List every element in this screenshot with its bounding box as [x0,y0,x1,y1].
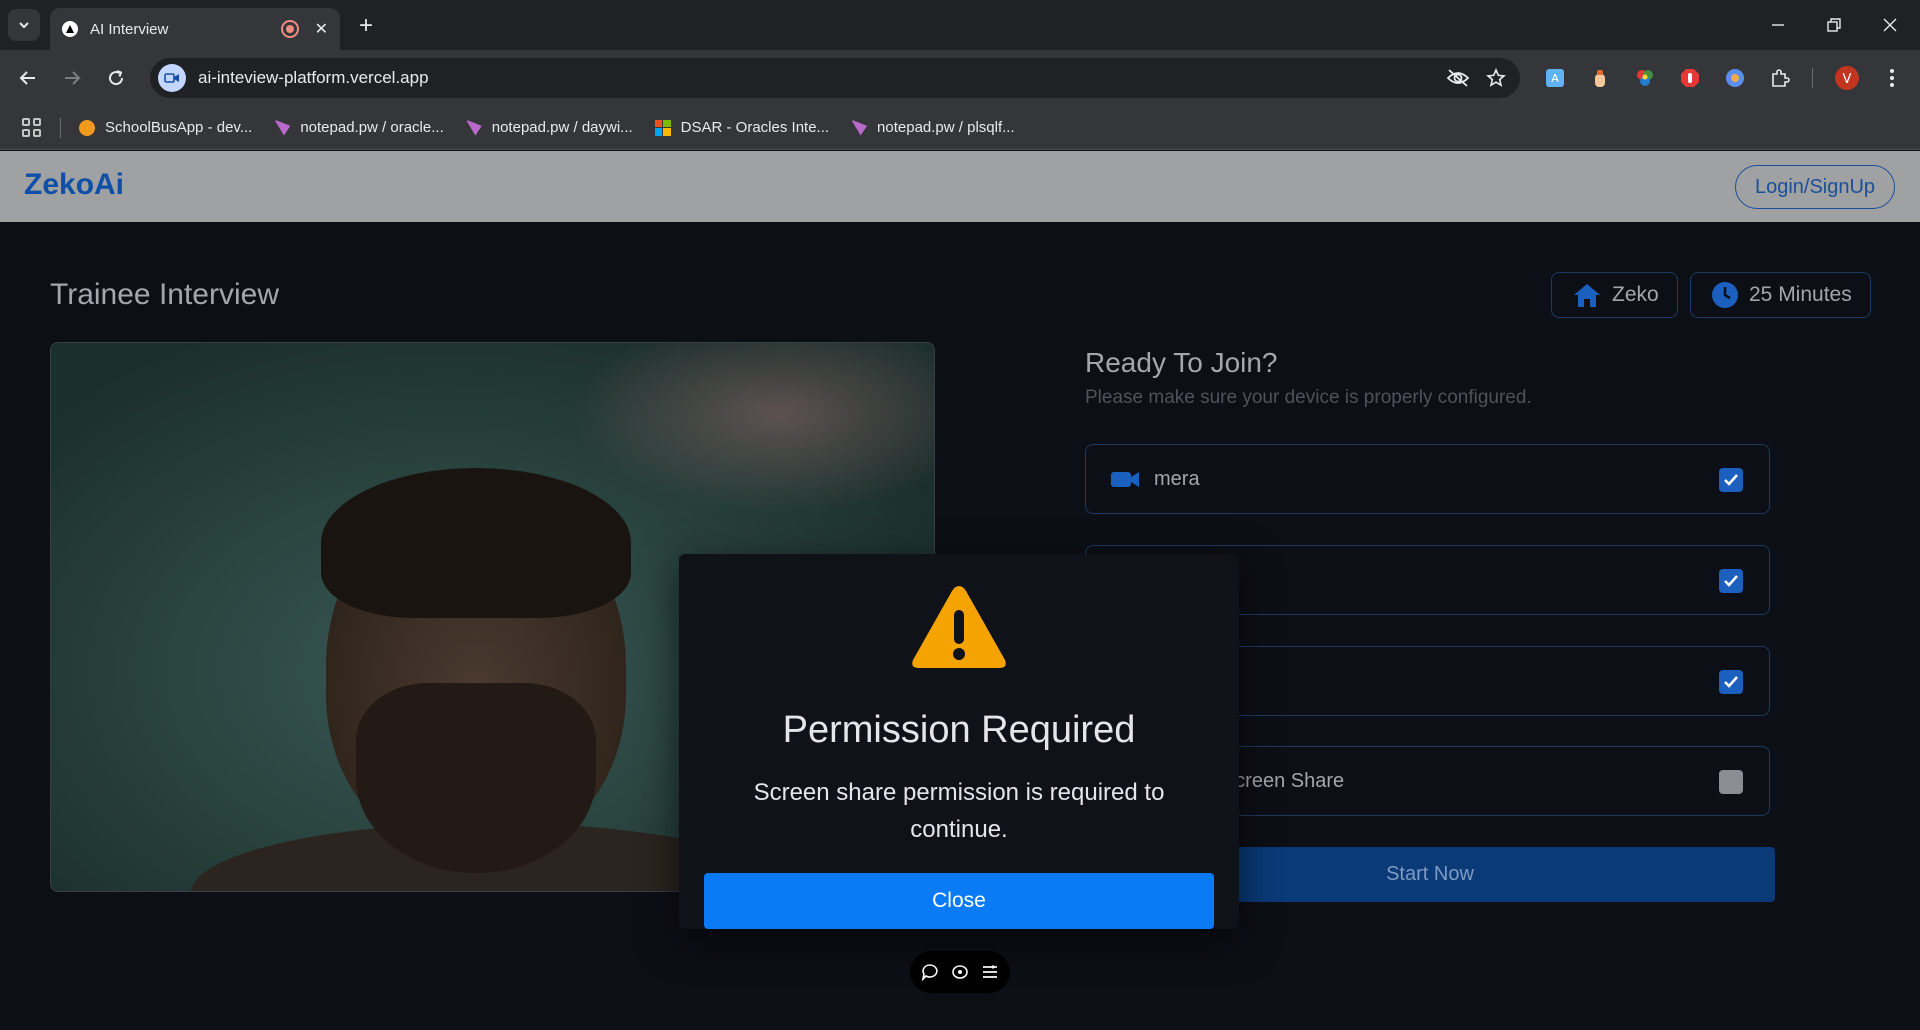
extension-adblock-icon[interactable] [1676,64,1704,92]
close-icon [1883,18,1897,32]
restore-button[interactable] [1814,10,1854,40]
close-window-button[interactable] [1870,10,1910,40]
device-row-camera[interactable]: mera [1085,444,1770,514]
arrow-left-icon [19,71,35,85]
device-label: mera [1154,467,1200,490]
person-hair [321,468,631,618]
reload-icon [109,70,124,86]
toolbar-separator [1812,68,1813,88]
speaker-checkbox[interactable] [1719,670,1743,694]
home-icon [1574,284,1600,307]
apps-grid-icon[interactable] [22,117,42,138]
schoolbus-favicon-icon [79,119,95,136]
wall-artwork [571,343,934,513]
checkmark-icon [1724,474,1738,486]
browser-toolbar: ai-inteview-platform.vercel.app A V [0,50,1920,106]
extension-shield-icon[interactable] [1721,64,1749,92]
browser-menu-icon[interactable] [1878,64,1906,92]
permission-modal: Permission Required Screen share permiss… [679,554,1239,929]
forward-button[interactable] [56,62,88,94]
close-tab-icon[interactable]: ✕ [315,19,328,39]
bookmarks-separator [60,117,61,138]
back-button[interactable] [12,62,44,94]
bookmark-schoolbusapp[interactable]: SchoolBusApp - dev... [79,119,252,136]
chevron-down-icon [19,22,29,29]
notepad-favicon-icon [851,119,868,136]
url-text[interactable]: ai-inteview-platform.vercel.app [198,68,1446,88]
svg-text:V: V [1843,72,1852,87]
restore-icon [1827,18,1841,32]
tab-search-button[interactable] [8,9,40,41]
warning-icon [912,586,1006,668]
floating-toolbar [910,951,1010,993]
star-icon[interactable] [1486,68,1506,88]
minimize-icon [1772,24,1784,26]
modal-close-button[interactable]: Close [704,873,1214,929]
duration-text: 25 Minutes [1749,283,1852,306]
arrow-right-icon [65,71,81,85]
login-signup-button[interactable]: Login/SignUp [1735,165,1895,209]
bookmarks-bar: SchoolBusApp - dev... notepad.pw / oracl… [0,106,1920,150]
eye-off-icon[interactable] [1446,68,1470,88]
screen-share-checkbox[interactable] [1719,770,1743,794]
person-beard [356,683,596,873]
extension-translate-icon[interactable]: A [1541,64,1569,92]
camera-icon [1110,467,1140,497]
company-name: Zeko [1612,283,1659,306]
checkmark-icon [1724,676,1738,688]
microphone-checkbox[interactable] [1719,569,1743,593]
reload-button[interactable] [100,62,132,94]
modal-message: Screen share permission is required to c… [753,779,1165,843]
notepad-favicon-icon [465,119,482,136]
ready-subtitle: Please make sure your device is properly… [1085,387,1532,408]
new-tab-button[interactable]: + [352,12,380,40]
extension-color-picker-icon[interactable] [1631,64,1659,92]
triangle-favicon-icon [62,21,78,37]
microsoft-favicon-icon [654,119,671,136]
ready-title: Ready To Join? [1085,347,1278,378]
video-camera-icon[interactable] [158,64,186,92]
bookmark-notepad-oracle[interactable]: notepad.pw / oracle... [274,119,444,136]
bookmark-notepad-daywise[interactable]: notepad.pw / daywi... [465,119,633,136]
modal-title: Permission Required [782,709,1136,751]
company-chip: Zeko [1551,272,1678,318]
checkmark-icon [1724,575,1738,587]
extension-bottle-icon[interactable] [1586,64,1614,92]
app-header: ZekoAi Login/SignUp [0,151,1920,222]
profile-avatar[interactable]: V [1833,64,1861,92]
minimize-button[interactable] [1758,10,1798,40]
menu-list-icon[interactable] [981,963,999,981]
bookmark-notepad-plsql[interactable]: notepad.pw / plsqlf... [851,119,1015,136]
page-title: Trainee Interview [50,278,279,311]
bookmark-dsar[interactable]: DSAR - Oracles Inte... [654,119,829,136]
camera-checkbox[interactable] [1719,468,1743,492]
clock-icon [1712,282,1738,308]
address-bar[interactable]: ai-inteview-platform.vercel.app [150,58,1520,98]
brand-logo[interactable]: ZekoAi [24,168,124,202]
eye-icon[interactable] [951,963,969,981]
chat-bubble-icon[interactable] [921,963,939,981]
app-root: ZekoAi Login/SignUp Trainee Interview Ze… [0,151,1920,1030]
browser-tab-active[interactable]: AI Interview ✕ [50,8,340,50]
svg-text:A: A [1551,72,1559,85]
notepad-favicon-icon [274,119,291,136]
tab-title: AI Interview [90,20,169,38]
browser-tabstrip: AI Interview ✕ + [0,0,1920,50]
extensions-puzzle-icon[interactable] [1766,64,1794,92]
recording-icon [280,20,299,38]
duration-chip: 25 Minutes [1690,272,1871,318]
